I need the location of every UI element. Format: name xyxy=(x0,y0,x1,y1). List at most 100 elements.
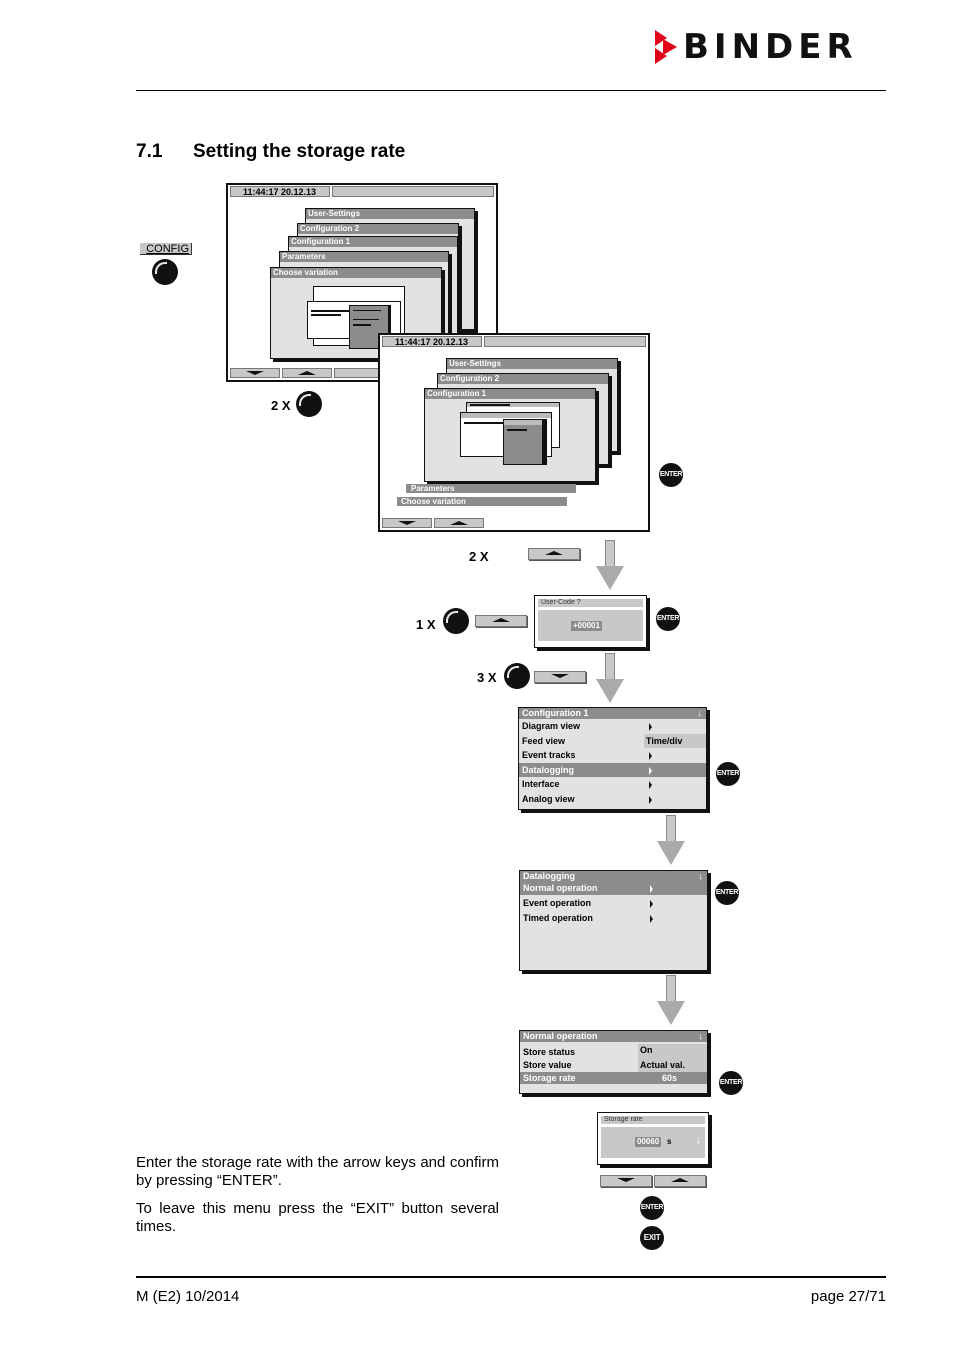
user-code-input[interactable]: +00001 xyxy=(571,621,602,631)
scroll-down-icon: ↓ xyxy=(698,1031,704,1041)
knob-turn-icon[interactable] xyxy=(504,663,530,689)
softkey-down[interactable] xyxy=(230,368,280,378)
enter-button[interactable]: ENTER xyxy=(719,1071,743,1095)
menu-item-storage-rate[interactable]: Storage rate 60s xyxy=(520,1072,707,1084)
storage-rate-input[interactable]: 00060 xyxy=(635,1137,662,1147)
instruction-enter-rate: Enter the storage rate with the arrow ke… xyxy=(136,1154,499,1189)
datalogging-menu: Datalogging ↓ Normal operation Event oper… xyxy=(519,870,708,971)
menu-item-event-tracks[interactable]: Event tracks xyxy=(519,748,706,763)
footer-divider xyxy=(136,1276,886,1278)
window-title: Configuration 1 xyxy=(425,389,595,399)
instruction-exit-menu: To leave this menu press the “EXIT” butt… xyxy=(136,1200,499,1235)
menu-item-label: Event tracks xyxy=(522,750,576,760)
menu-item-feed-view[interactable]: Feed view Time/div xyxy=(519,733,706,748)
menu-item-label: Event operation xyxy=(523,898,592,908)
menu-item-diagram-view[interactable]: Diagram view xyxy=(519,719,706,734)
enter-button[interactable]: ENTER xyxy=(659,463,683,487)
arrow-down-button[interactable] xyxy=(534,671,586,683)
arrow-up-button[interactable] xyxy=(475,615,527,627)
softkey-up[interactable] xyxy=(282,368,332,378)
window-title: Configuration 1 xyxy=(289,237,457,247)
submenu-arrow-icon xyxy=(649,781,652,789)
knob-press-icon[interactable] xyxy=(152,259,178,285)
menu-item-timed-operation[interactable]: Timed operation xyxy=(520,911,707,926)
menu-item-label: Timed operation xyxy=(523,913,593,923)
knob-turn-icon[interactable] xyxy=(296,391,322,417)
menu-item-normal-operation[interactable]: Normal operation xyxy=(520,882,707,895)
menu-item-label: Datalogging xyxy=(522,764,574,775)
arrow-down-button[interactable] xyxy=(600,1175,652,1187)
arrow-up-icon xyxy=(450,521,468,525)
arrow-down-icon xyxy=(551,674,569,678)
menu-title: Configuration 1 xyxy=(522,708,589,718)
menu-item-store-status[interactable]: Store status On xyxy=(520,1044,707,1058)
arrow-down-icon xyxy=(617,1178,635,1182)
scroll-down-icon: ↓ xyxy=(696,1135,701,1146)
menu-item-value: On xyxy=(638,1044,707,1058)
submenu-arrow-icon xyxy=(649,795,652,804)
arrow-up-button[interactable] xyxy=(528,548,580,560)
status-blank xyxy=(332,186,494,197)
config-button[interactable]: CONFIG xyxy=(140,243,192,255)
window-configuration-1: Configuration 1 xyxy=(424,388,596,482)
flow-arrow-icon xyxy=(657,815,685,865)
exit-button[interactable]: EXIT xyxy=(640,1226,664,1250)
config-label: CONFIG xyxy=(146,243,189,255)
menu-item-label: Normal operation xyxy=(523,883,598,893)
clock-display: 11:44:17 20.12.13 xyxy=(382,336,482,347)
scroll-down-icon: ↓ xyxy=(697,708,703,718)
menu-item-label: Interface xyxy=(522,779,560,789)
arrow-up-icon xyxy=(545,551,563,555)
menu-title-bar: Normal operation ↓ xyxy=(520,1031,707,1042)
submenu-arrow-icon xyxy=(650,900,653,908)
display-screen-2: 11:44:17 20.12.13 User-Settings Configur… xyxy=(378,333,650,532)
status-bar: 11:44:17 20.12.13 xyxy=(230,186,494,197)
submenu-arrow-icon xyxy=(650,885,653,893)
flow-arrow-icon xyxy=(657,975,685,1025)
menu-item-interface[interactable]: Interface xyxy=(519,777,706,792)
mini-window-dark xyxy=(503,419,543,465)
menu-item-store-value[interactable]: Store value Actual val. xyxy=(520,1058,707,1072)
enter-button[interactable]: ENTER xyxy=(715,881,739,905)
section-title: Setting the storage rate xyxy=(193,141,406,162)
enter-button[interactable]: ENTER xyxy=(716,762,740,786)
enter-button[interactable]: ENTER xyxy=(656,607,680,631)
window-title: Parameters xyxy=(280,252,448,262)
dialog-title: Storage rate xyxy=(601,1116,705,1124)
status-bar: 11:44:17 20.12.13 xyxy=(382,336,646,347)
binder-logo: BINDER xyxy=(655,30,858,64)
normal-operation-menu: Normal operation ↓ Store status On Store v… xyxy=(519,1030,708,1094)
knob-turn-icon[interactable] xyxy=(443,608,469,634)
menu-title: Datalogging xyxy=(523,871,575,881)
menu-item-event-operation[interactable]: Event operation xyxy=(520,896,707,911)
window-title: Configuration 2 xyxy=(438,374,608,384)
dialog-body: 00060 s ↓ xyxy=(601,1127,705,1158)
softkey-blank[interactable] xyxy=(334,368,384,378)
arrow-down-icon xyxy=(398,521,416,525)
flow-arrow-icon xyxy=(596,540,624,590)
collapsed-window-choose-variation: Choose variation xyxy=(397,497,567,506)
repeat-count-2x: 2 X xyxy=(271,398,291,413)
menu-item-label: Store status xyxy=(523,1047,576,1057)
menu-item-label: Feed view xyxy=(522,735,566,746)
dialog-title: User-Code ? xyxy=(538,599,643,607)
menu-item-datalogging[interactable]: Datalogging xyxy=(519,762,706,777)
menu-item-analog-view[interactable]: Analog view xyxy=(519,792,706,807)
menu-title-bar: Configuration 1 ↓ xyxy=(519,708,706,719)
page-number: page 27/71 xyxy=(810,1288,886,1305)
repeat-count-3x: 3 X xyxy=(477,670,497,685)
enter-button[interactable]: ENTER xyxy=(640,1196,664,1220)
storage-rate-dialog: Storage rate 00060 s ↓ xyxy=(597,1112,709,1165)
softkey-up[interactable] xyxy=(434,518,484,528)
submenu-arrow-icon xyxy=(649,723,652,731)
repeat-count-2x: 2 X xyxy=(469,549,489,564)
arrow-up-button[interactable] xyxy=(654,1175,706,1187)
menu-item-value: Time/div xyxy=(644,733,706,748)
menu-item-label: Store value xyxy=(523,1060,572,1070)
softkey-down[interactable] xyxy=(382,518,432,528)
window-title: User-Settings xyxy=(306,209,474,219)
menu-item-label: Analog view xyxy=(522,793,575,804)
collapsed-window-parameters: Parameters xyxy=(406,484,576,493)
window-title: Configuration 2 xyxy=(298,224,458,234)
configuration-1-menu: Configuration 1 ↓ Diagram view Feed view T… xyxy=(518,707,707,810)
